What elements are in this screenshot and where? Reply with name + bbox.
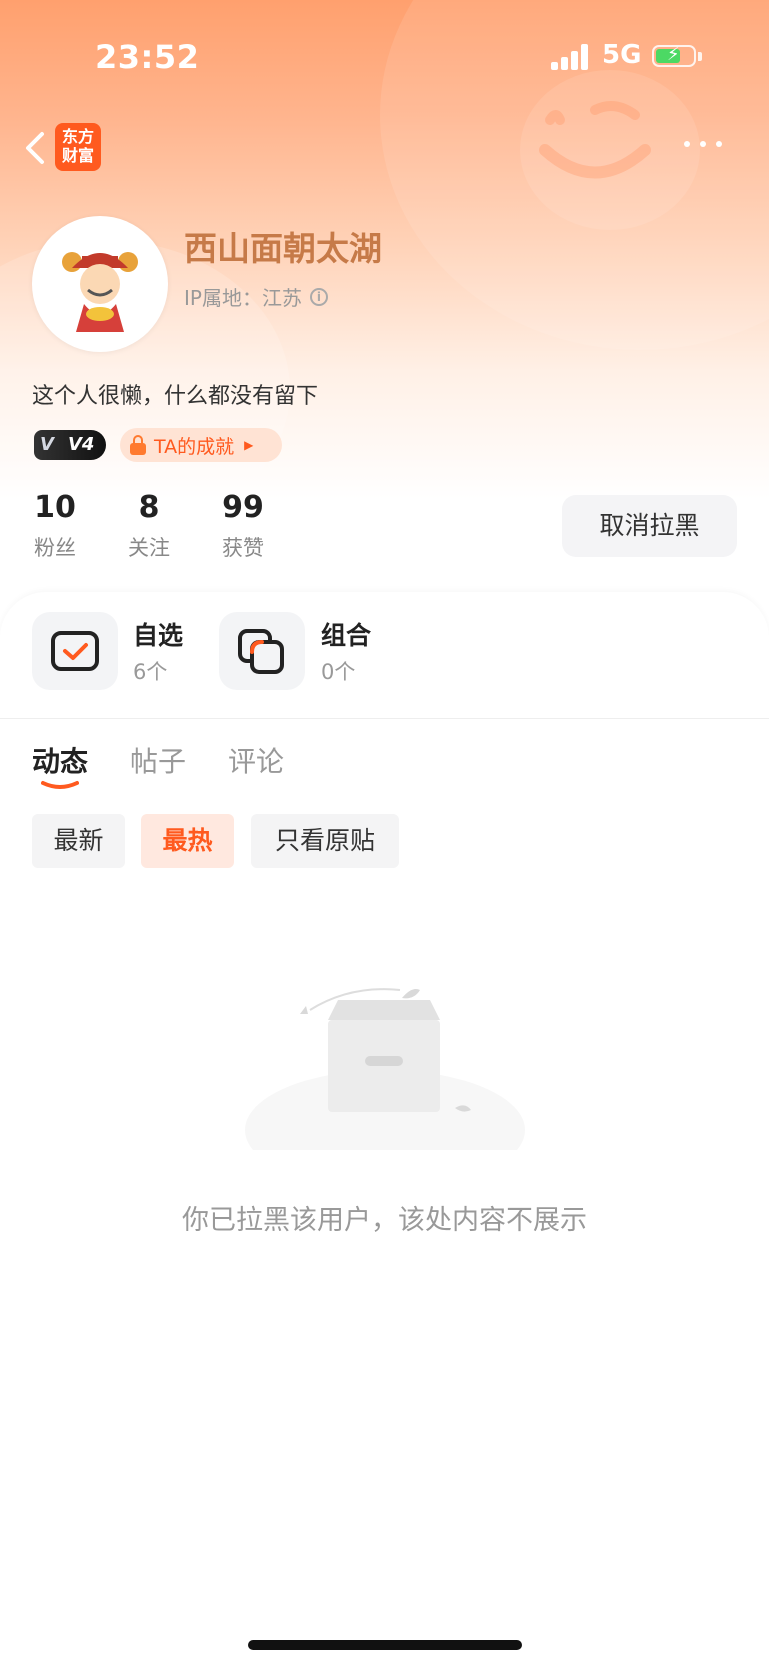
empty-state-message: 你已拉黑该用户，该处内容不展示 xyxy=(182,1205,587,1236)
home-indicator[interactable] xyxy=(248,1640,522,1650)
watchlist-check-icon xyxy=(51,631,99,671)
user-name: 西山面朝太湖 xyxy=(184,229,382,268)
cellular-signal-icon xyxy=(551,44,591,70)
avatar[interactable] xyxy=(32,216,168,352)
network-type: 5G xyxy=(602,40,642,70)
smile-watermark-icon xyxy=(539,101,651,179)
user-bio: 这个人很懒，什么都没有留下 xyxy=(32,384,319,409)
play-arrow-icon: ▶ xyxy=(244,438,254,452)
portfolio-stack-icon xyxy=(238,629,284,674)
active-tab-indicator xyxy=(41,781,79,789)
filter-latest[interactable]: 最新 xyxy=(32,814,125,868)
battery-charging-icon: ⚡ xyxy=(652,44,696,67)
stat-followers[interactable]: 10 粉丝 xyxy=(32,490,78,562)
card-sub-watchlist: 6个 xyxy=(133,660,168,684)
unblock-button[interactable]: 取消拉黑 xyxy=(562,495,737,557)
app-logo[interactable]: 东方 财富 xyxy=(55,123,101,171)
info-icon[interactable]: i xyxy=(309,287,328,306)
card-title-portfolio[interactable]: 组合 xyxy=(321,616,371,652)
vip-diamond-icon: V xyxy=(40,434,54,455)
tab-dynamics[interactable]: 动态 xyxy=(32,740,88,780)
status-time: 23:52 xyxy=(95,38,200,76)
watchlist-card-icon-bg[interactable] xyxy=(32,612,118,690)
stat-likes[interactable]: 99 获赞 xyxy=(218,490,268,562)
achievement-button[interactable]: TA的成就 ▶ xyxy=(120,428,282,462)
unlock-icon xyxy=(130,435,146,455)
card-sub-portfolio: 0个 xyxy=(321,660,356,684)
portfolio-card-icon-bg[interactable] xyxy=(219,612,305,690)
vip-level-badge[interactable]: V V4 xyxy=(34,430,106,460)
card-title-watchlist[interactable]: 自选 xyxy=(133,616,183,652)
chevron-left-icon[interactable] xyxy=(18,128,54,168)
empty-box-illustration xyxy=(245,988,525,1150)
divider xyxy=(0,718,769,719)
stat-following[interactable]: 8 关注 xyxy=(125,490,173,562)
filter-hottest[interactable]: 最热 xyxy=(141,814,234,868)
more-dots-icon[interactable] xyxy=(683,134,723,154)
ip-location: IP属地：江苏 i xyxy=(184,282,328,311)
tab-comments[interactable]: 评论 xyxy=(228,740,284,780)
tab-posts[interactable]: 帖子 xyxy=(130,740,186,780)
filter-original-only[interactable]: 只看原贴 xyxy=(251,814,399,868)
caishen-avatar-icon xyxy=(62,252,138,332)
